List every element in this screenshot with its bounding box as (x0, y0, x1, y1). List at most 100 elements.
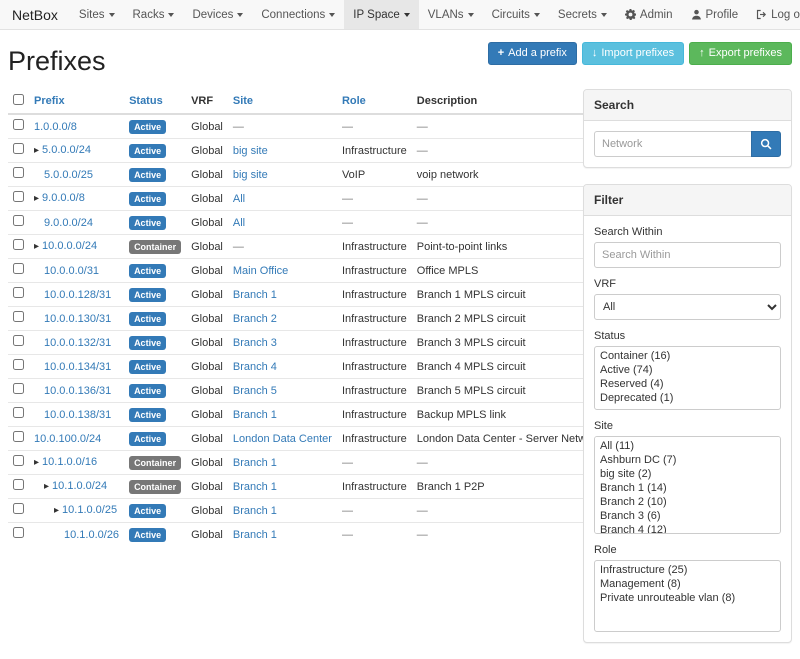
row-checkbox[interactable] (13, 455, 24, 466)
row-checkbox[interactable] (13, 143, 24, 154)
prefix-link[interactable]: 9.0.0.0/24 (44, 217, 93, 229)
site-link[interactable]: Branch 1 (233, 289, 277, 301)
prefix-link[interactable]: 10.0.0.0/24 (42, 240, 97, 252)
export-prefixes-button[interactable]: ↑Export prefixes (689, 42, 792, 65)
select-option[interactable]: Active (74) (597, 363, 778, 377)
select-option[interactable]: Reserved (4) (597, 377, 778, 391)
site-link[interactable]: Branch 2 (233, 313, 277, 325)
nav-item-sites[interactable]: Sites (70, 0, 124, 29)
import-prefixes-button[interactable]: ↓Import prefixes (582, 42, 684, 65)
prefix-link[interactable]: 10.0.0.128/31 (44, 289, 111, 301)
row-checkbox[interactable] (13, 407, 24, 418)
select-option[interactable]: Deprecated (1) (597, 391, 778, 405)
search-within-input[interactable] (594, 242, 781, 268)
select-option[interactable]: Infrastructure (25) (597, 563, 778, 577)
row-checkbox[interactable] (13, 335, 24, 346)
prefix-link[interactable]: 10.0.0.0/31 (44, 265, 99, 277)
chevron-down-icon (237, 13, 243, 17)
row-checkbox[interactable] (13, 359, 24, 370)
prefix-link[interactable]: 10.0.0.132/31 (44, 337, 111, 349)
site-link[interactable]: Branch 3 (233, 337, 277, 349)
site-link[interactable]: All (233, 217, 245, 229)
select-option[interactable]: Branch 2 (10) (597, 495, 778, 509)
nav-item-connections[interactable]: Connections (252, 0, 344, 29)
expand-caret-icon[interactable]: ▸ (34, 193, 39, 204)
site-select[interactable]: All (11)Ashburn DC (7)big site (2)Branch… (594, 436, 781, 534)
row-checkbox[interactable] (13, 167, 24, 178)
site-link[interactable]: Branch 1 (233, 481, 277, 493)
prefix-link[interactable]: 10.1.0.0/16 (42, 456, 97, 468)
site-link[interactable]: All (233, 193, 245, 205)
row-checkbox[interactable] (13, 503, 24, 514)
add-prefix-button[interactable]: +Add a prefix (488, 42, 577, 65)
row-checkbox[interactable] (13, 479, 24, 490)
expand-caret-icon[interactable]: ▸ (44, 481, 49, 492)
site-link[interactable]: Branch 4 (233, 361, 277, 373)
select-option[interactable]: Ashburn DC (7) (597, 453, 778, 467)
column-header-role[interactable]: Role (342, 95, 366, 107)
status-select[interactable]: Container (16)Active (74)Reserved (4)Dep… (594, 346, 781, 410)
nav-item-vlans[interactable]: VLANs (419, 0, 483, 29)
nav-item-profile[interactable]: Profile (682, 0, 748, 29)
prefix-link[interactable]: 5.0.0.0/24 (42, 144, 91, 156)
select-option[interactable]: Branch 4 (12) (597, 523, 778, 534)
site-link[interactable]: Branch 1 (233, 457, 277, 469)
search-input[interactable] (594, 131, 751, 157)
prefix-link[interactable]: 10.0.0.136/31 (44, 385, 111, 397)
expand-caret-icon[interactable]: ▸ (34, 457, 39, 468)
row-checkbox[interactable] (13, 239, 24, 250)
nav-item-admin[interactable]: Admin (616, 0, 682, 29)
prefix-link[interactable]: 10.1.0.0/24 (52, 480, 107, 492)
row-checkbox[interactable] (13, 431, 24, 442)
row-checkbox[interactable] (13, 383, 24, 394)
site-link[interactable]: Main Office (233, 265, 288, 277)
row-checkbox[interactable] (13, 191, 24, 202)
search-button[interactable] (751, 131, 781, 157)
vrf-select[interactable]: All (594, 294, 781, 320)
expand-caret-icon[interactable]: ▸ (34, 145, 39, 156)
column-header-site[interactable]: Site (233, 95, 253, 107)
nav-item-circuits[interactable]: Circuits (483, 0, 549, 29)
prefix-link[interactable]: 1.0.0.0/8 (34, 121, 77, 133)
column-header-prefix[interactable]: Prefix (34, 95, 65, 107)
select-option[interactable]: Container (16) (597, 349, 778, 363)
site-link[interactable]: Branch 1 (233, 409, 277, 421)
prefix-link[interactable]: 10.1.0.0/26 (64, 529, 119, 541)
expand-caret-icon[interactable]: ▸ (34, 241, 39, 252)
description-cell: Branch 2 MPLS circuit (412, 307, 607, 331)
prefix-link[interactable]: 5.0.0.0/25 (44, 169, 93, 181)
nav-item-racks[interactable]: Racks (124, 0, 184, 29)
row-checkbox[interactable] (13, 311, 24, 322)
role-select[interactable]: Infrastructure (25)Management (8)Private… (594, 560, 781, 632)
prefix-link[interactable]: 10.0.0.134/31 (44, 361, 111, 373)
row-checkbox[interactable] (13, 527, 24, 538)
site-link[interactable]: big site (233, 169, 268, 181)
app-logo[interactable]: NetBox (8, 0, 70, 29)
row-checkbox[interactable] (13, 263, 24, 274)
site-link[interactable]: Branch 5 (233, 385, 277, 397)
prefix-link[interactable]: 9.0.0.0/8 (42, 192, 85, 204)
status-badge: Active (129, 120, 166, 134)
prefix-link[interactable]: 10.1.0.0/25 (62, 504, 117, 516)
site-link[interactable]: Branch 1 (233, 529, 277, 541)
nav-item-devices[interactable]: Devices (183, 0, 252, 29)
nav-item-log-out[interactable]: Log out (747, 0, 800, 29)
row-checkbox[interactable] (13, 119, 24, 130)
select-option[interactable]: Branch 1 (14) (597, 481, 778, 495)
prefix-link[interactable]: 10.0.100.0/24 (34, 433, 101, 445)
select-option[interactable]: big site (2) (597, 467, 778, 481)
select-option[interactable]: Private unrouteable vlan (8) (597, 591, 778, 605)
site-link[interactable]: London Data Center (233, 433, 332, 445)
nav-item-secrets[interactable]: Secrets (549, 0, 616, 29)
column-header-status[interactable]: Status (129, 95, 163, 107)
select-option[interactable]: All (11) (597, 439, 778, 453)
prefix-link[interactable]: 10.0.0.130/31 (44, 313, 111, 325)
nav-item-ip-space[interactable]: IP Space (344, 0, 418, 29)
select-all-checkbox[interactable] (13, 94, 24, 105)
row-checkbox[interactable] (13, 287, 24, 298)
select-option[interactable]: Branch 3 (6) (597, 509, 778, 523)
site-link[interactable]: big site (233, 145, 268, 157)
select-option[interactable]: Management (8) (597, 577, 778, 591)
row-checkbox[interactable] (13, 215, 24, 226)
prefix-link[interactable]: 10.0.0.138/31 (44, 409, 111, 421)
